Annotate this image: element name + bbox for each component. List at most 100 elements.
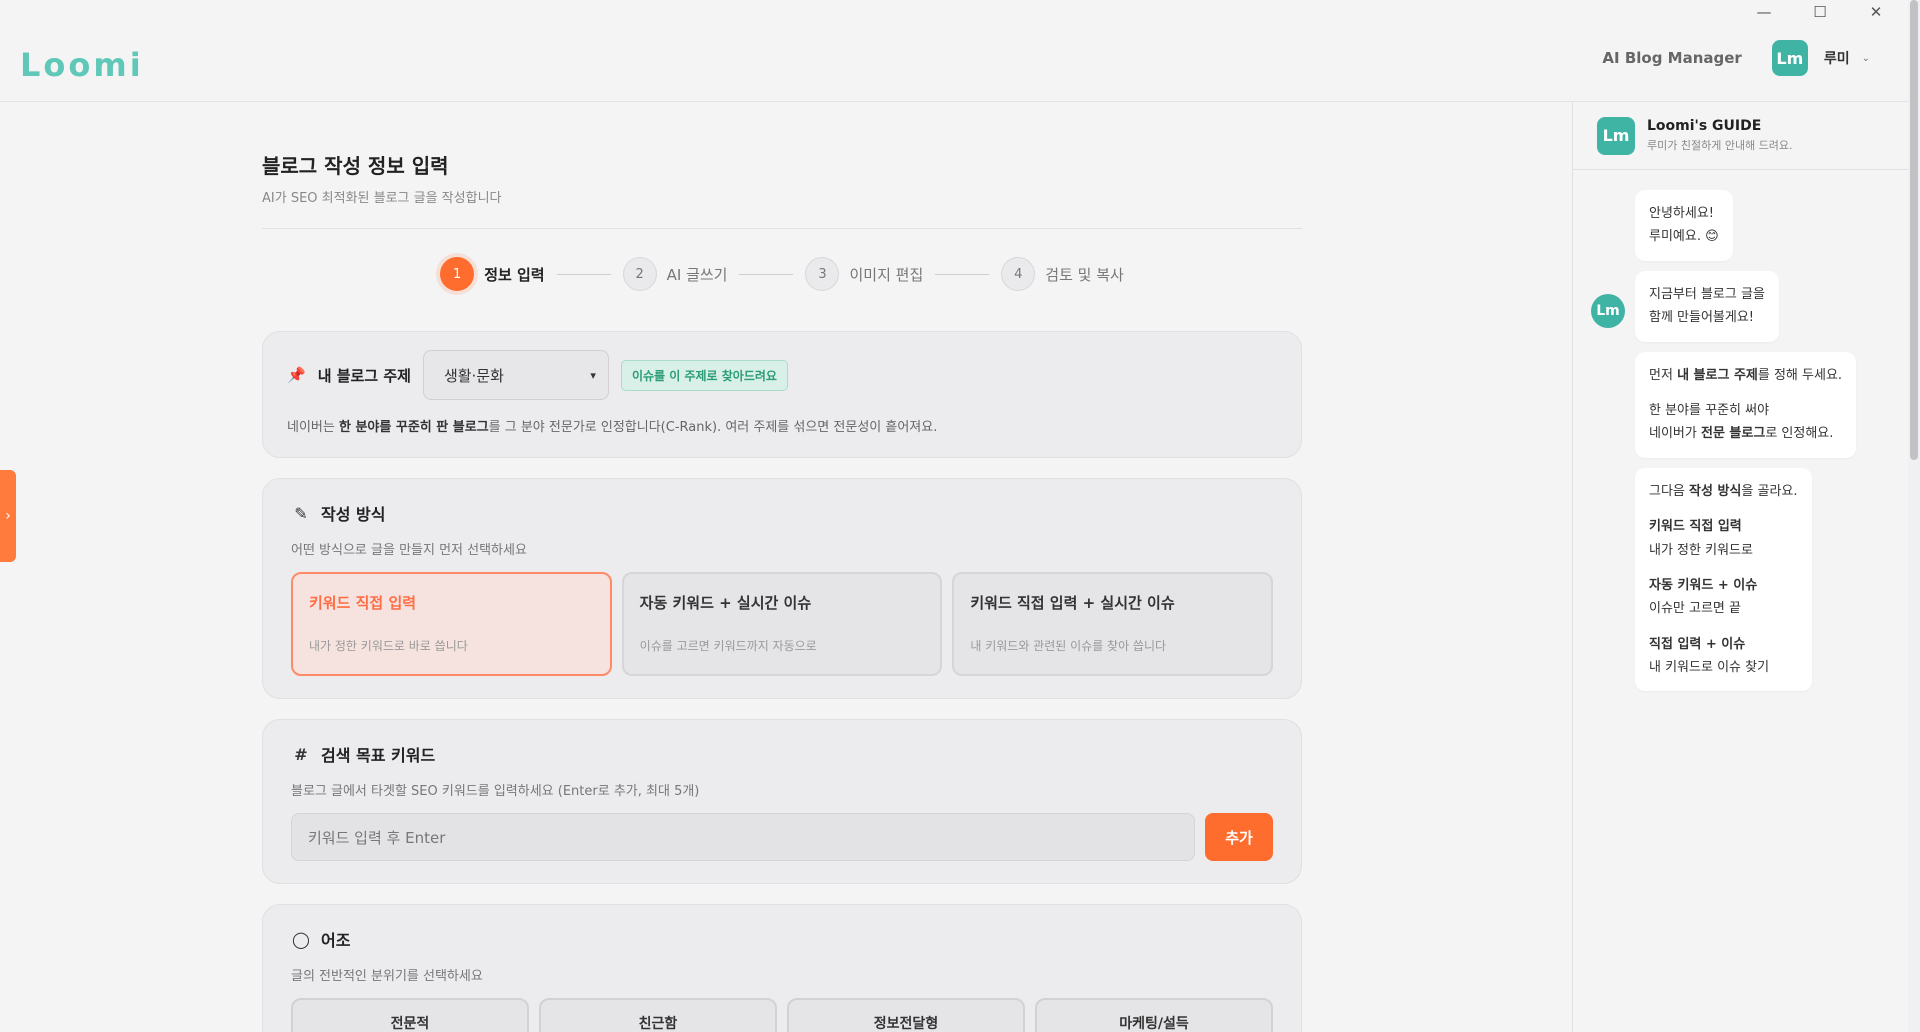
step-1[interactable]: 1 정보 입력	[440, 257, 545, 291]
guide-header: Lm Loomi's GUIDE 루미가 친절하게 안내해 드려요.	[1573, 102, 1908, 170]
issue-topic-badge[interactable]: 이슈를 이 주제로 찾아드려요	[620, 359, 788, 391]
hash-icon: #	[294, 744, 308, 764]
topic-selected-value: 생활·문화	[443, 366, 504, 385]
mode-option-direct[interactable]: 키워드 직접 입력 내가 정한 키워드로 바로 씁니다	[291, 572, 612, 676]
mode-desc: 내 키워드와 관련된 이슈를 찾아 씁니다	[970, 639, 1167, 653]
step-number: 4	[1001, 257, 1036, 291]
step-label: AI 글쓰기	[666, 265, 728, 284]
pencil-icon: ✎	[294, 503, 308, 523]
step-label: 이미지 편집	[849, 265, 924, 284]
add-keyword-button[interactable]: 추가	[1205, 813, 1273, 861]
bubble-line: 함께 만들어볼게요!	[1649, 310, 1755, 326]
scrollbar-thumb[interactable]	[1910, 0, 1918, 460]
step-connector	[935, 273, 990, 275]
section-subtitle: 어떤 방식으로 글을 만들지 먼저 선택하세요	[291, 543, 527, 558]
guide-bubble: 먼저 내 블로그 주제를 정해 두세요. 한 분야를 꾸준히 써야 네이버가 전…	[1635, 351, 1857, 458]
mode-option-auto-issue[interactable]: 자동 키워드 + 실시간 이슈 이슈를 고르면 키워드까지 자동으로	[621, 572, 943, 676]
step-connector	[556, 273, 611, 275]
guide-title: Loomi's GUIDE	[1647, 118, 1762, 134]
keyword-input[interactable]: 키워드 입력 후 Enter	[291, 813, 1195, 861]
tone-options: 전문적 친근함 정보전달형 마케팅/설득	[291, 998, 1273, 1032]
keyword-card: # 검색 목표 키워드 블로그 글에서 타겟할 SEO 키워드를 입력하세요 (…	[262, 719, 1302, 884]
chevron-right-icon: ›	[5, 508, 11, 524]
guide-subtitle: 루미가 친절하게 안내해 드려요.	[1647, 139, 1793, 152]
keyword-row: 키워드 입력 후 Enter 추가	[291, 813, 1273, 861]
speech-bubble-icon: ◯	[292, 929, 310, 949]
section-title-text: 검색 목표 키워드	[321, 746, 436, 765]
section-subtitle: 글의 전반적인 분위기를 선택하세요	[291, 969, 483, 984]
bubble-gap	[1649, 387, 1842, 399]
tone-option-friendly[interactable]: 친근함	[539, 998, 777, 1032]
tone-option-professional[interactable]: 전문적	[291, 998, 529, 1032]
bot-avatar: Lm	[1591, 294, 1625, 328]
user-name[interactable]: 루미	[1824, 48, 1850, 68]
bubble-line: 자동 키워드 + 이슈	[1649, 577, 1758, 593]
bubble-line: 한 분야를 꾸준히 써야	[1649, 402, 1770, 418]
window-controls: — ☐ ✕	[1736, 0, 1904, 24]
writing-mode-card: ✎ 작성 방식 어떤 방식으로 글을 만들지 먼저 선택하세요 키워드 직접 입…	[262, 478, 1302, 699]
bubble-line: 지금부터 블로그 글을	[1649, 286, 1765, 302]
guide-bubble: 그다음 작성 방식을 골라요. 키워드 직접 입력 내가 정한 키워드로 자동 …	[1635, 467, 1812, 692]
topic-row: 📌 내 블로그 주제 생활·문화 ▾ 이슈를 이 주제로 찾아드려요	[287, 350, 1277, 400]
section-title-text: 작성 방식	[321, 505, 386, 524]
topic-note-text: 네이버는	[287, 420, 339, 435]
scrollbar[interactable]	[1908, 0, 1920, 1032]
topic-card: 📌 내 블로그 주제 생활·문화 ▾ 이슈를 이 주제로 찾아드려요 네이버는 …	[262, 331, 1302, 458]
bubble-line: 키워드 직접 입력	[1649, 519, 1742, 535]
topic-note: 네이버는 한 분야를 꾸준히 판 블로그를 그 분야 전문가로 인정합니다(C-…	[287, 416, 1277, 435]
page-subtitle: AI가 SEO 최적화된 블로그 글을 작성합니다	[262, 191, 502, 206]
bubble-line: 루미예요. 😊	[1649, 229, 1719, 245]
mode-option-direct-issue[interactable]: 키워드 직접 입력 + 실시간 이슈 내 키워드와 관련된 이슈를 찾아 씁니다	[952, 572, 1274, 676]
section-title: # 검색 목표 키워드	[291, 742, 1273, 766]
mode-title: 자동 키워드 + 실시간 이슈	[639, 594, 812, 612]
step-indicator: 1 정보 입력 2 AI 글쓰기 3 이미지 편집 4 검토 및 복사	[262, 257, 1302, 291]
bubble-line: 네이버가 전문 블로그로 인정해요.	[1649, 426, 1834, 442]
topic-note-bold: 한 분야를 꾸준히 판 블로그	[338, 420, 489, 435]
step-number: 3	[805, 257, 840, 291]
page-title: 블로그 작성 정보 입력	[262, 154, 449, 178]
chevron-down-icon: ▾	[590, 368, 596, 382]
mode-desc: 내가 정한 키워드로 바로 씁니다	[309, 639, 468, 653]
user-avatar[interactable]: Lm	[1771, 40, 1808, 76]
bubble-line: 직접 입력 + 이슈	[1649, 636, 1746, 652]
bubble-line: 안녕하세요!	[1649, 206, 1715, 221]
guide-avatar: Lm	[1597, 116, 1635, 155]
mode-title: 키워드 직접 입력 + 실시간 이슈	[970, 594, 1175, 612]
header-right: AI Blog Manager Lm 루미 ⌄	[1602, 40, 1870, 76]
guide-messages: Lm 안녕하세요! 루미예요. 😊 지금부터 블로그 글을 함께 만들어볼게요!…	[1573, 170, 1908, 701]
step-number: 1	[440, 257, 475, 291]
app-name: AI Blog Manager	[1602, 49, 1742, 67]
guide-bubble: 지금부터 블로그 글을 함께 만들어볼게요!	[1635, 270, 1779, 342]
drawer-toggle-button[interactable]: ›	[0, 470, 16, 562]
step-connector	[739, 273, 794, 275]
app-logo[interactable]: Loomi	[20, 46, 144, 84]
tone-option-marketing[interactable]: 마케팅/설득	[1035, 998, 1273, 1032]
bubble-line: 이슈만 고르면 끝	[1649, 601, 1741, 617]
minimize-button[interactable]: —	[1736, 0, 1792, 24]
step-number: 2	[622, 257, 657, 291]
section-title: ✎ 작성 방식	[291, 501, 1273, 525]
mode-desc: 이슈를 고르면 키워드까지 자동으로	[639, 639, 817, 653]
tone-option-informative[interactable]: 정보전달형	[787, 998, 1025, 1032]
app-header: Loomi AI Blog Manager Lm 루미 ⌄	[0, 24, 1908, 102]
step-label: 정보 입력	[484, 265, 545, 284]
step-label: 검토 및 복사	[1045, 265, 1124, 284]
bubble-line: 내가 정한 키워드로	[1649, 542, 1753, 558]
close-button[interactable]: ✕	[1848, 0, 1904, 24]
section-title: ◯ 어조	[291, 927, 1273, 951]
topic-label: 내 블로그 주제	[317, 366, 411, 385]
guide-bubble: 안녕하세요! 루미예요. 😊	[1635, 190, 1733, 261]
step-2[interactable]: 2 AI 글쓰기	[622, 257, 728, 291]
mode-options: 키워드 직접 입력 내가 정한 키워드로 바로 씁니다 자동 키워드 + 실시간…	[291, 572, 1274, 676]
step-3[interactable]: 3 이미지 편집	[805, 257, 923, 291]
maximize-button[interactable]: ☐	[1792, 0, 1848, 24]
chevron-down-icon[interactable]: ⌄	[1862, 53, 1870, 64]
step-4[interactable]: 4 검토 및 복사	[1001, 257, 1124, 291]
tone-card: ◯ 어조 글의 전반적인 분위기를 선택하세요 전문적 친근함 정보전달형 마케…	[262, 904, 1302, 1032]
divider	[262, 228, 1302, 229]
bubble-gap	[1649, 621, 1798, 633]
topic-select[interactable]: 생활·문화 ▾	[422, 350, 609, 400]
mode-title: 키워드 직접 입력	[309, 594, 417, 612]
main-content: 블로그 작성 정보 입력 AI가 SEO 최적화된 블로그 글을 작성합니다 1…	[262, 102, 1302, 1032]
bubble-line: 그다음 작성 방식을 골라요.	[1649, 483, 1798, 499]
